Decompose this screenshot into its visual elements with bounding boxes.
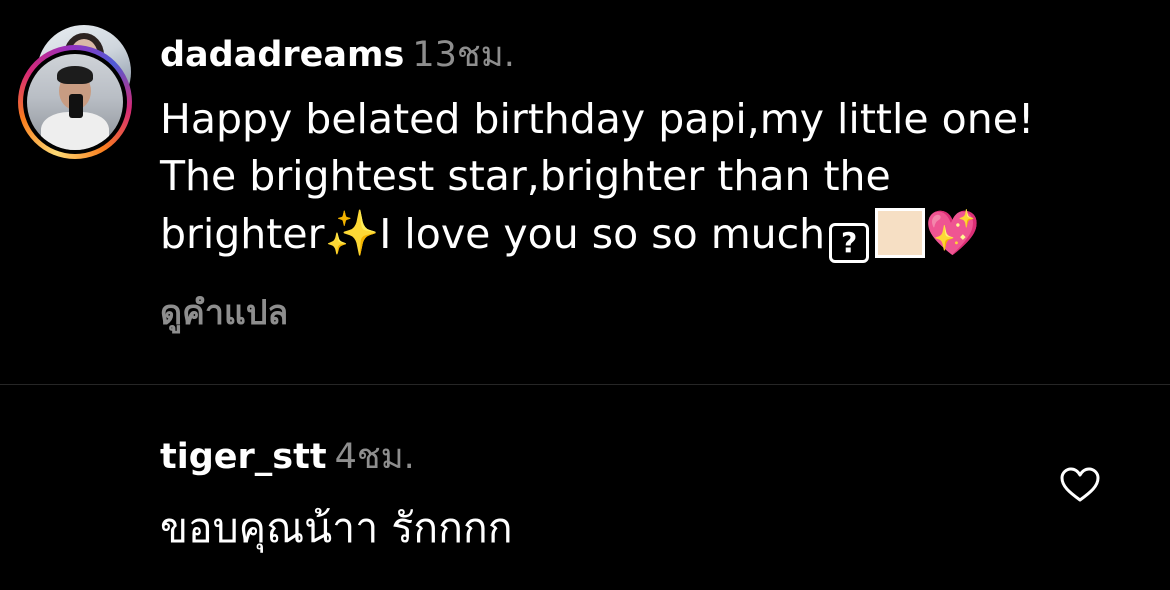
see-translation-link[interactable]: ดูคำแปล xyxy=(160,291,288,335)
sparkles-icon: ✨ xyxy=(324,208,380,259)
username[interactable]: tiger_stt xyxy=(160,437,327,477)
timestamp: 4ชม. xyxy=(334,437,415,477)
unknown-character-icon: ? xyxy=(829,223,870,263)
avatar-hair xyxy=(57,66,93,84)
comment-text: Happy belated birthday papi,my little on… xyxy=(160,91,1120,263)
comment-line: The brightest star,brighter than the xyxy=(160,152,891,200)
heart-icon[interactable] xyxy=(1060,467,1100,503)
comment-phrase: I love you so so much xyxy=(379,210,826,258)
cutoff-row xyxy=(160,570,580,590)
skin-tone-icon xyxy=(875,208,926,258)
comment-word: brighter xyxy=(160,210,325,258)
comment-meta: dadadreams 13ชม. xyxy=(160,34,515,76)
comment-text: ขอบคุณน้าา รักกกก xyxy=(160,504,513,552)
comment-line: Happy belated birthday papi,my little on… xyxy=(160,95,1035,143)
avatar-phone xyxy=(69,94,83,118)
sparkling-heart-icon: 💖 xyxy=(925,208,980,259)
timestamp: 13ชม. xyxy=(412,35,515,75)
avatar[interactable] xyxy=(27,54,123,150)
username[interactable]: dadadreams xyxy=(160,35,404,75)
comment-meta: tiger_stt 4ชม. xyxy=(160,436,415,478)
comment-line: brighter✨I love you so so much? 💖 xyxy=(160,205,1120,263)
divider xyxy=(0,384,1170,385)
comment-item: dadadreams 13ชม. Happy belated birthday p… xyxy=(0,0,1170,384)
